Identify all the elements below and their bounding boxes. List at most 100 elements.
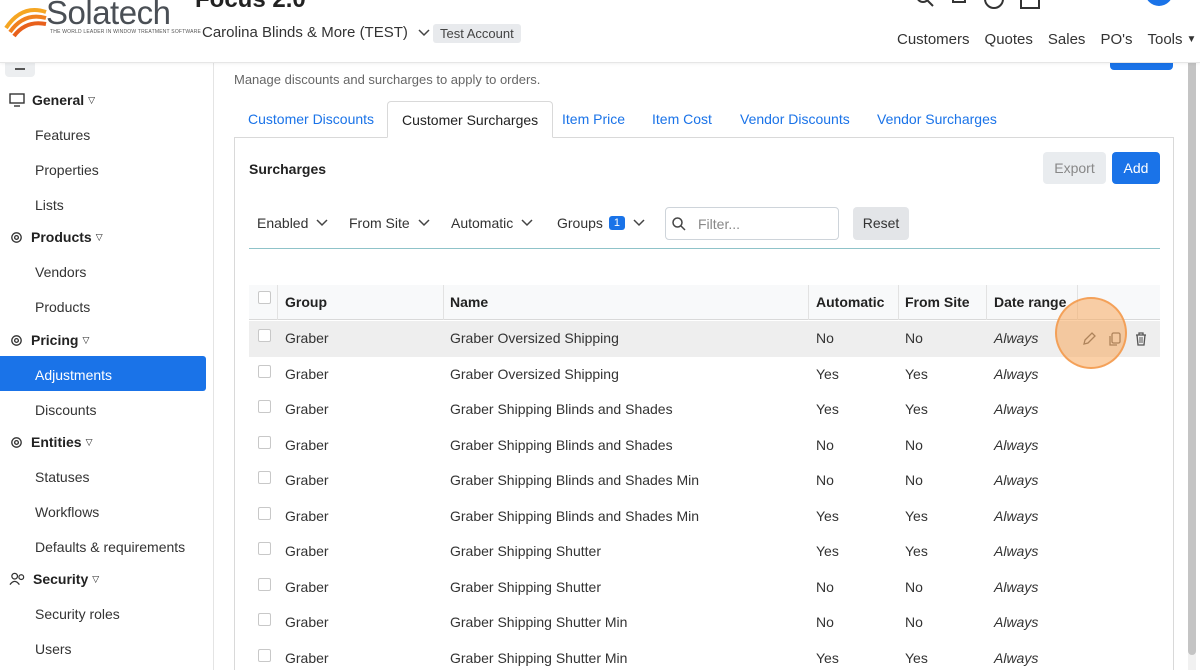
row-checkbox[interactable] [258,577,271,591]
sidebar-item-security-roles[interactable]: Security roles [35,606,120,622]
sidebar-section-entities[interactable]: Entities ▽ [9,434,93,450]
table-row[interactable]: Graber Graber Oversized Shipping No No Alway… [249,321,1160,357]
column-from-site[interactable]: From Site [905,285,970,320]
filter-groups[interactable]: Groups 1 [557,215,645,231]
nav-customers[interactable]: Customers [897,31,970,48]
filter-automatic[interactable]: Automatic [451,215,533,231]
sidebar-item-users[interactable]: Users [35,641,72,657]
sidebar-section-label: Pricing [31,332,79,348]
table-row[interactable]: Graber Graber Shipping Blinds and Shades Y… [249,392,1160,428]
chevron-down-icon [418,28,430,36]
cell-group: Graber [285,649,329,666]
table-row[interactable]: Graber Graber Shipping Blinds and Shades … [249,463,1160,499]
cell-automatic: No [816,472,834,488]
row-checkbox[interactable] [258,471,271,484]
row-checkbox[interactable] [258,613,271,626]
export-button[interactable]: Export [1043,152,1106,184]
sidebar-section-general[interactable]: General ▽ [9,92,95,108]
table-row[interactable]: Graber Graber Shipping Shutter Yes Yes Alway… [249,534,1160,570]
column-date-range[interactable]: Date range [994,285,1066,320]
tab-customer-discounts[interactable]: Customer Discounts [234,101,388,138]
filter-from-site[interactable]: From Site [349,215,430,231]
user-avatar[interactable] [1145,0,1173,6]
row-checkbox[interactable] [258,400,271,413]
account-selector[interactable]: Carolina Blinds & More (TEST) [202,24,430,41]
page-scrollbar[interactable] [1188,55,1196,670]
nav-tools[interactable]: Tools ▼ [1147,31,1196,48]
column-name[interactable]: Name [450,285,488,320]
tab-item-price[interactable]: Item Price [548,101,639,138]
cell-from-site: Yes [905,365,928,382]
cell-name: Graber Shipping Shutter [450,578,601,595]
filter-enabled-label: Enabled [257,215,309,231]
sidebar-item-features[interactable]: Features [35,127,90,143]
row-checkbox[interactable] [258,506,271,520]
column-group[interactable]: Group [285,285,327,320]
sidebar-item-properties[interactable]: Properties [35,162,99,178]
sidebar-collapse-toggle[interactable] [5,63,35,77]
app-title: Focus 2.0 [195,0,306,14]
cell-from-site: No [905,614,923,630]
trash-icon[interactable] [1133,331,1149,347]
cell-from-site: No [905,578,923,595]
row-checkbox[interactable] [258,435,271,449]
nav-sales[interactable]: Sales [1048,31,1086,48]
tab-item-cost[interactable]: Item Cost [638,101,726,138]
table-row[interactable]: Graber Graber Shipping Blinds and Shades … [249,499,1160,535]
select-all-checkbox[interactable] [258,291,271,304]
scrollbar-thumb[interactable] [1188,55,1196,655]
cell-date-range: Always [994,472,1039,488]
row-checkbox[interactable] [258,329,271,342]
sidebar-section-pricing[interactable]: Pricing ▽ [9,332,89,348]
table-row[interactable]: Graber Graber Shipping Blinds and Shades N… [249,428,1160,464]
nav-pos[interactable]: PO's [1100,31,1132,48]
adjustment-tabs: Customer Discounts Customer Surcharges I… [234,101,1174,138]
sidebar-item-products[interactable]: Products [35,299,90,315]
cell-name: Graber Shipping Blinds and Shades Min [450,472,700,488]
add-button[interactable]: Add [1112,152,1160,184]
cell-from-site: Yes [905,543,928,559]
sidebar-section-label: Security [33,571,89,587]
sidebar-section-security[interactable]: Security ▽ [9,571,99,587]
cell-name: Graber Shipping Shutter [450,543,601,559]
bell-icon[interactable] [949,0,969,8]
sidebar-item-defaults-requirements[interactable]: Defaults & requirements [35,539,185,555]
search-icon[interactable] [915,0,935,8]
row-checkbox[interactable] [258,648,271,662]
sidebar-item-vendors[interactable]: Vendors [35,264,86,280]
apps-icon[interactable] [1019,0,1041,10]
caret-down-icon: ▽ [92,573,100,584]
sidebar-section-label: Products [31,229,92,245]
tab-vendor-surcharges[interactable]: Vendor Surcharges [863,101,1011,138]
column-automatic[interactable]: Automatic [816,285,884,320]
table-row[interactable]: Graber Graber Shipping Shutter Min No No Alw… [249,605,1160,641]
pencil-edit-icon[interactable] [1081,331,1097,347]
table-row[interactable]: Graber Graber Oversized Shipping Yes Yes Alw… [249,357,1160,393]
cell-group: Graber [285,330,329,346]
reset-button[interactable]: Reset [853,207,909,240]
sidebar-item-adjustments-label: Adjustments [35,367,113,383]
sidebar-item-lists[interactable]: Lists [35,197,64,213]
filter-input[interactable] [698,214,833,234]
chevron-down-icon [633,219,645,227]
tab-customer-surcharges[interactable]: Customer Surcharges [387,101,554,138]
table-row[interactable]: Graber Graber Shipping Shutter No No Always [249,570,1160,606]
caret-down-icon: ▽ [95,231,103,242]
groups-count-badge: 1 [608,216,626,230]
row-checkbox[interactable] [258,542,271,555]
nav-quotes[interactable]: Quotes [985,31,1033,48]
help-icon[interactable] [983,0,1005,10]
table-row[interactable]: Graber Graber Shipping Shutter Min Yes Yes A… [249,641,1160,670]
tab-vendor-discounts[interactable]: Vendor Discounts [726,101,864,138]
sidebar-item-statuses[interactable]: Statuses [35,469,89,485]
solatech-logo[interactable]: Solatech THE WORLD LEADER IN WINDOW TREA… [2,0,201,38]
copy-icon[interactable] [1107,331,1123,347]
cell-automatic: Yes [816,649,839,666]
row-checkbox[interactable] [258,364,271,378]
header-icons [915,0,1041,10]
sidebar-item-workflows[interactable]: Workflows [35,504,99,520]
cell-automatic: Yes [816,401,839,417]
filter-enabled[interactable]: Enabled [257,215,328,231]
sidebar-section-products[interactable]: Products ▽ [9,229,103,245]
sidebar-item-discounts[interactable]: Discounts [35,402,96,418]
